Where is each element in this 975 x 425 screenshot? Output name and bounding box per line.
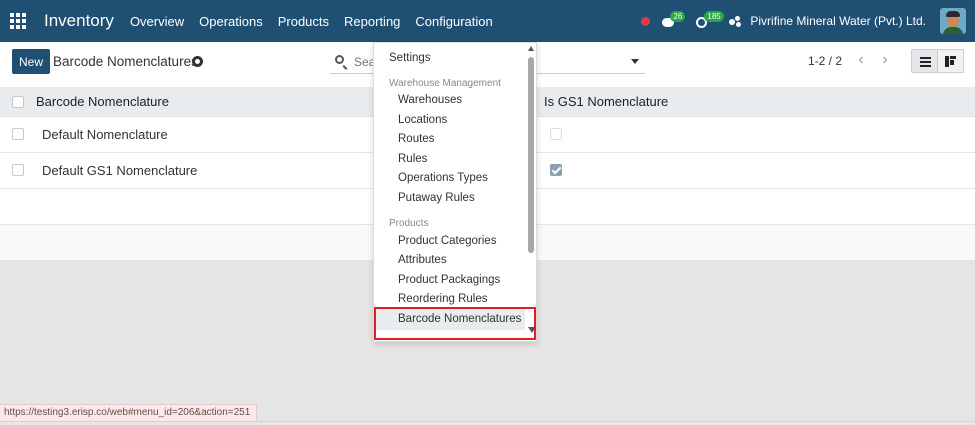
menu-item-rules[interactable]: Rules	[398, 153, 427, 165]
nav-operations[interactable]: Operations	[199, 14, 263, 29]
column-header-gs1[interactable]: Is GS1 Nomenclature	[544, 94, 668, 109]
recording-dot-icon[interactable]	[641, 16, 651, 26]
top-navbar: Inventory Overview Operations Products R…	[0, 0, 975, 42]
list-view-button[interactable]	[911, 49, 938, 73]
gear-icon[interactable]	[192, 56, 203, 67]
pager-value[interactable]: 1-2 / 2	[808, 54, 842, 68]
company-switch-icon[interactable]	[729, 15, 742, 27]
menu-item-locations[interactable]: Locations	[398, 114, 447, 126]
configuration-dropdown: Settings Warehouse Management Warehouses…	[373, 42, 537, 342]
menu-item-product-packagings[interactable]: Product Packagings	[398, 274, 500, 286]
column-header-name[interactable]: Barcode Nomenclature	[36, 94, 169, 109]
search-options-caret-icon[interactable]	[631, 59, 639, 64]
menu-item-attributes[interactable]: Attributes	[398, 254, 447, 266]
pager-next-icon[interactable]: ›	[874, 50, 896, 72]
nav-products[interactable]: Products	[278, 14, 329, 29]
gs1-checkbox	[550, 128, 562, 140]
status-bar-url: https://testing3.erisp.co/web#menu_id=20…	[0, 404, 258, 421]
row-name[interactable]: Default GS1 Nomenclature	[42, 163, 197, 178]
company-name[interactable]: Pivrifine Mineral Water (Pvt.) Ltd.	[750, 14, 926, 28]
nav-configuration[interactable]: Configuration	[415, 14, 492, 29]
app-brand[interactable]: Inventory	[44, 11, 114, 31]
menu-item-routes[interactable]: Routes	[398, 133, 434, 145]
select-all-checkbox[interactable]	[12, 96, 24, 108]
activity-clock-icon[interactable]: 185	[695, 11, 724, 28]
nav-reporting[interactable]: Reporting	[344, 14, 400, 29]
menu-item-settings[interactable]: Settings	[389, 52, 431, 64]
systray: 26 185 Pivrifine Mineral Water (Pvt.) Lt…	[641, 0, 975, 42]
bottom-edge	[0, 421, 975, 425]
scrollbar-thumb[interactable]	[528, 57, 534, 253]
menu-section-warehouse: Warehouse Management	[389, 78, 501, 89]
kanban-view-button[interactable]	[937, 49, 964, 73]
menu-item-product-categories[interactable]: Product Categories	[398, 235, 496, 247]
row-checkbox[interactable]	[12, 164, 24, 176]
search-icon	[335, 55, 344, 64]
messages-icon[interactable]: 26	[661, 11, 686, 28]
user-avatar[interactable]	[940, 8, 966, 34]
pager-previous-icon[interactable]: ‹	[850, 50, 872, 72]
messages-count-badge: 26	[670, 11, 686, 22]
activity-count-badge: 185	[704, 11, 724, 22]
scroll-up-arrow-icon[interactable]	[528, 46, 534, 51]
dropdown-scrollbar[interactable]	[526, 43, 536, 341]
highlight-annotation-box	[374, 307, 536, 340]
row-name[interactable]: Default Nomenclature	[42, 127, 168, 142]
new-button[interactable]: New	[12, 49, 50, 74]
apps-grid-icon[interactable]	[10, 13, 26, 29]
nav-overview[interactable]: Overview	[130, 14, 184, 29]
menu-item-reordering-rules[interactable]: Reordering Rules	[398, 293, 488, 305]
menu-item-putaway-rules[interactable]: Putaway Rules	[398, 192, 475, 204]
row-checkbox[interactable]	[12, 128, 24, 140]
menu-item-warehouses[interactable]: Warehouses	[398, 94, 462, 106]
menu-item-operations-types[interactable]: Operations Types	[398, 172, 488, 184]
page-title: Barcode Nomenclatures	[53, 54, 198, 69]
gs1-checkbox-checked	[550, 164, 562, 176]
menu-section-products: Products	[389, 218, 429, 229]
